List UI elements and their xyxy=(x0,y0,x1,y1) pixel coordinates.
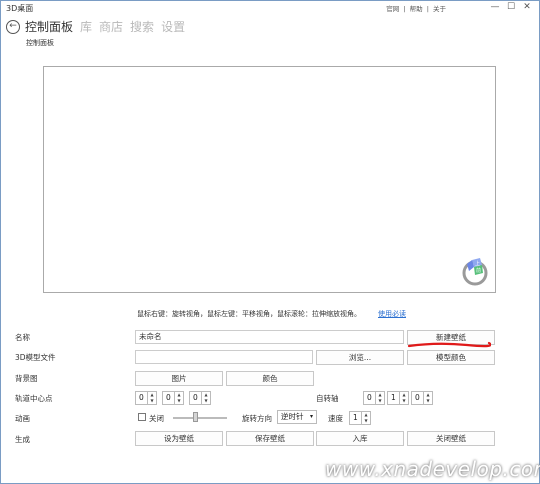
speed-value: 1 xyxy=(353,413,358,422)
stepper-arrows-icon[interactable]: ▲ ▼ xyxy=(361,412,370,424)
chevron-down-icon: ▾ xyxy=(309,413,313,420)
axis-y-value: 1 xyxy=(391,393,396,402)
rotation-direction-label: 旋转方向 xyxy=(242,414,272,423)
orientation-cube-icon[interactable]: 上 前 xyxy=(458,256,492,286)
rotation-direction-value: 逆时针 xyxy=(281,412,304,421)
minimize-button[interactable]: — xyxy=(487,2,503,13)
add-to-library-button[interactable]: 入库 xyxy=(316,431,404,446)
tab-library[interactable]: 库 xyxy=(80,18,92,35)
stepper-arrows-icon[interactable]: ▲ ▼ xyxy=(399,392,408,404)
stepper-arrows-icon[interactable]: ▲ ▼ xyxy=(147,392,156,404)
watermark-text: www.xnadevelop.com xyxy=(325,457,540,481)
back-arrow-icon[interactable]: ← xyxy=(6,20,20,34)
name-input[interactable]: 未命名 xyxy=(135,330,404,344)
axis-x-value: 0 xyxy=(367,393,372,402)
orbit-z-value: 0 xyxy=(193,393,198,402)
axis-z-value: 0 xyxy=(415,393,420,402)
app-window: 3D桌面 官网 | 帮助 | 关于 — ☐ ✕ ← 控制面板 库 商店 搜索 设… xyxy=(0,0,540,484)
tab-settings[interactable]: 设置 xyxy=(161,18,185,35)
top-menu: 官网 | 帮助 | 关于 xyxy=(385,3,447,13)
rotation-direction-select[interactable]: 逆时针 ▾ xyxy=(277,410,317,424)
animation-slider-thumb[interactable] xyxy=(192,412,198,422)
breadcrumb: 控制面板 xyxy=(26,39,54,47)
usage-guide-link[interactable]: 使用必读 xyxy=(378,309,406,319)
website-link[interactable]: 官网 xyxy=(386,5,399,13)
stepper-arrows-icon[interactable]: ▲ ▼ xyxy=(201,392,210,404)
mouse-hint-text: 鼠标右键：旋转视角，鼠标左键：平移视角，鼠标滚轮：拉伸缩放视角。 xyxy=(137,310,361,318)
save-wallpaper-button[interactable]: 保存壁纸 xyxy=(226,431,314,446)
tab-control-panel[interactable]: 控制面板 xyxy=(25,18,73,35)
name-label: 名称 xyxy=(15,333,30,342)
axis-x-stepper[interactable]: 0 ▲ ▼ xyxy=(363,391,385,405)
speed-label: 速度 xyxy=(328,414,343,423)
maximize-button[interactable]: ☐ xyxy=(503,2,519,13)
animation-off-label: 关闭 xyxy=(149,414,164,423)
generate-label: 生成 xyxy=(15,435,30,444)
3d-preview-viewport[interactable]: 上 前 xyxy=(43,66,496,293)
background-image-button[interactable]: 图片 xyxy=(135,371,223,386)
red-underline-annotation xyxy=(407,341,491,348)
orbit-x-stepper[interactable]: 0 ▲ ▼ xyxy=(135,391,157,405)
background-color-button[interactable]: 颜色 xyxy=(226,371,314,386)
browse-button[interactable]: 浏览... xyxy=(316,350,404,365)
orbit-y-stepper[interactable]: 0 ▲ ▼ xyxy=(162,391,184,405)
app-title: 3D桌面 xyxy=(6,4,34,13)
orbit-z-stepper[interactable]: 0 ▲ ▼ xyxy=(189,391,211,405)
svg-text:上: 上 xyxy=(475,260,480,267)
menu-separator: | xyxy=(403,5,406,13)
axis-y-stepper[interactable]: 1 ▲ ▼ xyxy=(387,391,409,405)
close-button[interactable]: ✕ xyxy=(519,2,535,13)
help-link[interactable]: 帮助 xyxy=(410,5,423,13)
animation-slider-track[interactable] xyxy=(173,417,227,419)
menu-separator: | xyxy=(426,5,429,13)
rotation-axis-label: 自转轴 xyxy=(316,394,339,403)
svg-text:前: 前 xyxy=(476,267,481,274)
orbit-x-value: 0 xyxy=(139,393,144,402)
model-file-label: 3D模型文件 xyxy=(15,353,56,362)
axis-z-stepper[interactable]: 0 ▲ ▼ xyxy=(411,391,433,405)
background-label: 背景图 xyxy=(15,374,38,383)
close-wallpaper-button[interactable]: 关闭壁纸 xyxy=(407,431,495,446)
tab-store[interactable]: 商店 xyxy=(99,18,123,35)
speed-stepper[interactable]: 1 ▲ ▼ xyxy=(349,411,371,425)
animation-off-checkbox[interactable] xyxy=(138,413,146,421)
tab-search[interactable]: 搜索 xyxy=(130,18,154,35)
set-wallpaper-button[interactable]: 设为壁纸 xyxy=(135,431,223,446)
stepper-arrows-icon[interactable]: ▲ ▼ xyxy=(375,392,384,404)
animation-label: 动画 xyxy=(15,414,30,423)
stepper-arrows-icon[interactable]: ▲ ▼ xyxy=(423,392,432,404)
orbit-center-label: 轨道中心点 xyxy=(15,394,53,403)
stepper-arrows-icon[interactable]: ▲ ▼ xyxy=(174,392,183,404)
about-link[interactable]: 关于 xyxy=(433,5,446,13)
title-bar: 3D桌面 官网 | 帮助 | 关于 — ☐ ✕ xyxy=(1,1,539,15)
orbit-y-value: 0 xyxy=(166,393,171,402)
model-file-input[interactable] xyxy=(135,350,313,364)
nav-tabs: 控制面板 库 商店 搜索 设置 xyxy=(25,18,192,35)
model-color-button[interactable]: 模型颜色 xyxy=(407,350,495,365)
